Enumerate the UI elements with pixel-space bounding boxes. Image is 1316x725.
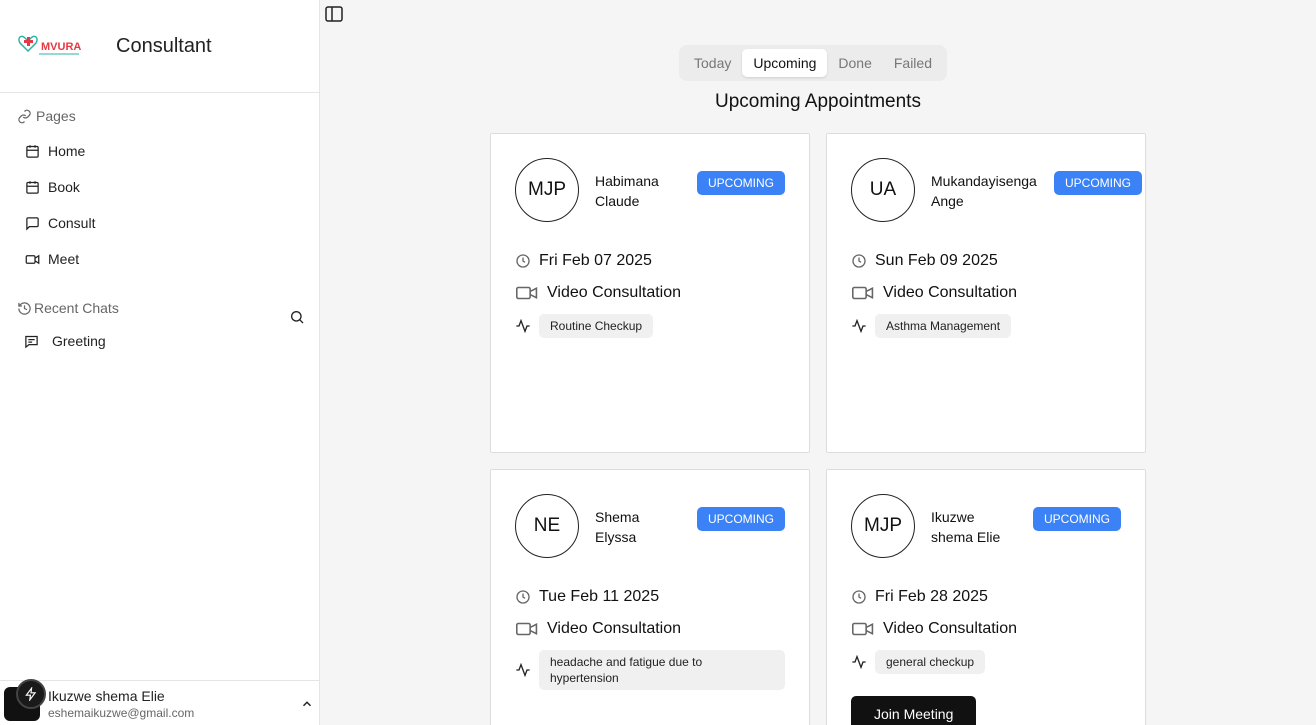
appointment-reason: Asthma Management — [851, 314, 1012, 338]
appointment-type: Video Consultation — [851, 620, 1017, 638]
sidebar-nav: Home Book Consult Meet — [24, 133, 304, 277]
status-badge: UPCOMING — [697, 171, 785, 195]
appointment-type: Video Consultation — [515, 620, 681, 638]
page-title: Upcoming Appointments — [715, 91, 921, 112]
message-icon — [24, 215, 40, 231]
sidebar-item-label: Home — [48, 143, 86, 159]
tab-done[interactable]: Done — [827, 49, 882, 77]
clock-icon — [851, 589, 867, 605]
patient-name: Shema Elyssa — [595, 509, 640, 545]
video-icon — [851, 621, 875, 637]
appointment-date: Fri Feb 28 2025 — [851, 588, 988, 606]
activity-icon — [851, 318, 867, 334]
status-badge: UPCOMING — [1054, 171, 1142, 195]
appointment-card: UA Mukandayisenga Ange UPCOMING Sun Feb 0… — [826, 133, 1146, 453]
activity-icon — [515, 662, 531, 678]
appointment-reason: Routine Checkup — [515, 314, 654, 338]
chevron-up-icon[interactable] — [300, 697, 314, 711]
appointment-date: Tue Feb 11 2025 — [515, 588, 659, 606]
video-icon — [515, 285, 539, 301]
activity-icon — [851, 654, 867, 670]
video-icon — [851, 285, 875, 301]
sidebar-item-label: Book — [48, 179, 80, 195]
clock-icon — [515, 589, 531, 605]
reason-tag: headache and fatigue due to hypertension — [539, 650, 785, 690]
patient-name: Ikuzwe shema Elie — [931, 509, 1001, 545]
svg-text:MVURA: MVURA — [41, 41, 81, 53]
tab-today[interactable]: Today — [683, 49, 742, 77]
chat-item-greeting[interactable]: Greeting — [24, 332, 106, 350]
sidebar-item-label: Meet — [48, 251, 80, 267]
search-icon[interactable] — [289, 309, 305, 325]
lightning-icon[interactable] — [16, 679, 46, 709]
calendar-icon — [24, 143, 40, 159]
activity-icon — [515, 318, 531, 334]
status-badge: UPCOMING — [1033, 507, 1121, 531]
avatar: MJP — [851, 494, 915, 558]
chat-icon — [25, 335, 38, 348]
sidebar: MVURA Consultant Pages Home Book Consult… — [0, 0, 320, 725]
reason-tag: Routine Checkup — [539, 314, 654, 338]
video-icon — [24, 251, 40, 267]
appointment-date: Sun Feb 09 2025 — [851, 252, 998, 270]
video-icon — [515, 621, 539, 637]
brand-header: MVURA Consultant — [0, 0, 319, 93]
avatar: NE — [515, 494, 579, 558]
avatar: MJP — [515, 158, 579, 222]
mvura-logo[interactable]: MVURA — [17, 30, 81, 62]
user-menu[interactable]: Ikuzwe shema Elie eshemaikuzwe@gmail.com — [0, 680, 320, 725]
clock-icon — [851, 253, 867, 269]
appointment-type: Video Consultation — [515, 284, 681, 302]
sidebar-item-label: Consult — [48, 215, 96, 231]
appointment-tabs: Today Upcoming Done Failed — [679, 45, 947, 81]
link-icon — [18, 109, 31, 123]
appointment-reason: headache and fatigue due to hypertension — [515, 650, 785, 690]
sidebar-item-home[interactable]: Home — [24, 133, 304, 169]
sidebar-item-meet[interactable]: Meet — [24, 241, 304, 277]
appointment-reason: general checkup — [851, 650, 986, 674]
appointment-date: Fri Feb 07 2025 — [515, 252, 652, 270]
user-name: Ikuzwe shema Elie — [48, 688, 165, 704]
sidebar-item-consult[interactable]: Consult — [24, 205, 304, 241]
appointment-card: NE Shema Elyssa UPCOMING Tue Feb 11 2025 … — [490, 469, 810, 725]
user-email: eshemaikuzwe@gmail.com — [48, 706, 195, 720]
avatar: UA — [851, 158, 915, 222]
pages-section-label: Pages — [17, 108, 76, 124]
appointment-card: MJP Habimana Claude UPCOMING Fri Feb 07 2… — [490, 133, 810, 453]
app-title: Consultant — [116, 34, 212, 57]
sidebar-item-book[interactable]: Book — [24, 169, 304, 205]
patient-name: Mukandayisenga Ange — [931, 173, 1037, 209]
status-badge: UPCOMING — [697, 507, 785, 531]
recent-chats-label: Recent Chats — [17, 300, 119, 316]
sidebar-toggle-icon[interactable] — [325, 6, 343, 22]
appointment-card: MJP Ikuzwe shema Elie UPCOMING Fri Feb 28… — [826, 469, 1146, 725]
history-icon — [18, 301, 31, 315]
calendar-icon — [24, 179, 40, 195]
reason-tag: Asthma Management — [875, 314, 1012, 338]
tab-upcoming[interactable]: Upcoming — [742, 49, 828, 77]
reason-tag: general checkup — [875, 650, 986, 674]
clock-icon — [515, 253, 531, 269]
tab-failed[interactable]: Failed — [883, 49, 943, 77]
patient-name: Habimana Claude — [595, 173, 659, 209]
appointment-type: Video Consultation — [851, 284, 1017, 302]
join-meeting-button[interactable]: Join Meeting — [851, 696, 977, 725]
